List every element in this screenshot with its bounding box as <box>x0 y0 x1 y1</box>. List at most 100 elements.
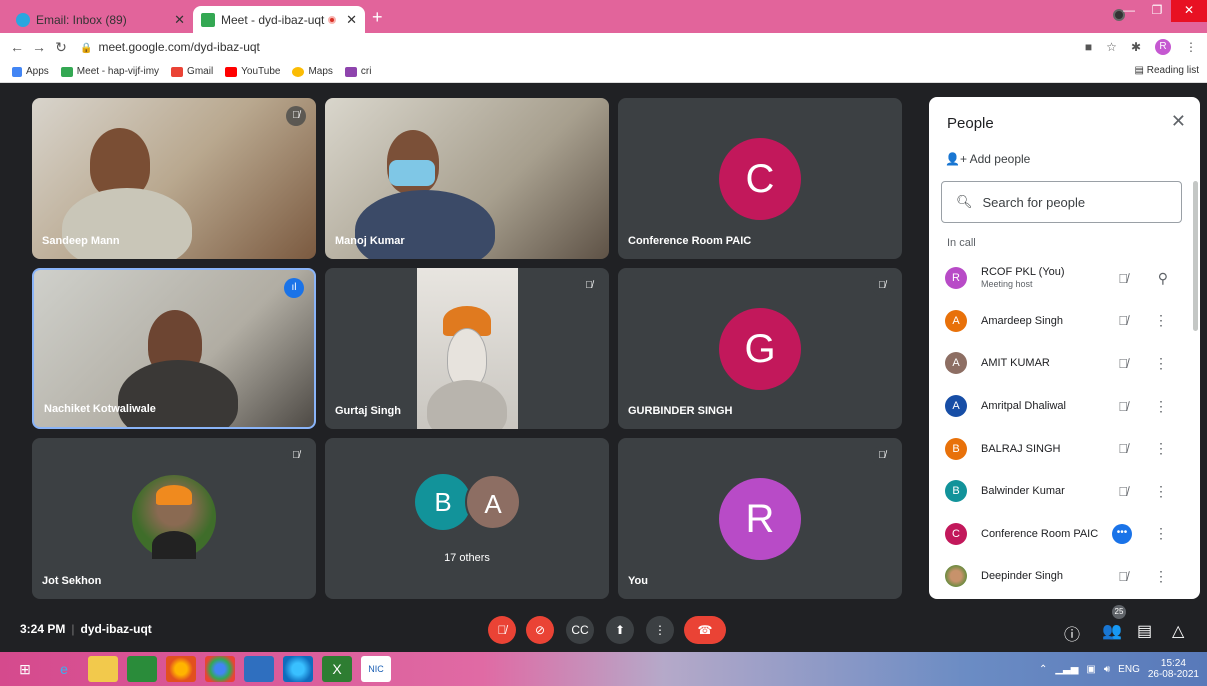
reload-icon[interactable]: ↻ <box>50 39 72 56</box>
participant-row[interactable]: A Amritpal Dhaliwal 🎙̸ ⋮ <box>929 385 1200 428</box>
nic-icon[interactable]: NIC <box>361 656 391 682</box>
participant-row[interactable]: B BALRAJ SINGH 🎙̸ ⋮ <box>929 427 1200 470</box>
participant-body <box>355 190 495 259</box>
add-people-button[interactable]: 👤+ Add people <box>945 152 1030 166</box>
menu-icon[interactable]: ⋮ <box>1185 40 1197 54</box>
document-app-icon[interactable] <box>244 656 274 682</box>
bookmark-gmail[interactable]: Gmail <box>171 66 213 77</box>
participant-row[interactable]: R RCOF PKL (You) Meeting host 🎙̸ ⚲ <box>929 257 1200 300</box>
more-options-icon[interactable]: ⋮ <box>1154 398 1168 415</box>
clock[interactable]: 15:24 26-08-2021 <box>1148 658 1199 680</box>
present-screen-button[interactable]: ⬆ <box>606 616 634 644</box>
leave-call-button[interactable]: ☎ <box>684 616 726 644</box>
internet-explorer-icon[interactable]: e <box>49 656 79 682</box>
people-icon[interactable]: 👥 <box>1102 621 1122 641</box>
participant-name: Nachiket Kotwaliwale <box>44 403 156 415</box>
meeting-details-icon[interactable]: ⓘ <box>1064 621 1080 645</box>
search-people-input[interactable]: 🔍︎ Search for people <box>941 181 1182 223</box>
turban <box>156 485 192 505</box>
chrome-icon[interactable] <box>205 656 235 682</box>
more-options-icon[interactable]: ⋮ <box>1154 525 1168 542</box>
restore-icon[interactable]: ❐ <box>1143 0 1171 22</box>
signal-icon[interactable]: ▁▃▅ <box>1055 664 1078 675</box>
muted-mic-icon[interactable]: 🎙̸ <box>1118 399 1128 414</box>
bookmark-label: Meet - hap-vijf-imy <box>76 66 160 77</box>
bookmark-maps[interactable]: Maps <box>292 66 333 77</box>
close-window-icon[interactable]: ✕ <box>1171 0 1207 22</box>
muted-mic-icon[interactable]: 🎙̸ <box>1118 313 1128 328</box>
participant-avatar: A <box>945 395 967 418</box>
video-tile[interactable]: Manoj Kumar <box>325 98 609 259</box>
profile-avatar[interactable]: R <box>1155 39 1171 55</box>
participant-row[interactable]: B Balwinder Kumar 🎙̸ ⋮ <box>929 470 1200 513</box>
chat-icon[interactable]: ▤ <box>1137 621 1152 641</box>
excel-icon[interactable]: X <box>322 656 352 682</box>
more-options-icon[interactable]: ⋮ <box>1154 568 1168 585</box>
more-options-icon[interactable]: ⋮ <box>1154 483 1168 500</box>
tab-email[interactable]: Email: Inbox (89) ✕ <box>8 6 193 33</box>
participant-name: Conference Room PAIC <box>628 235 752 247</box>
more-options-icon[interactable]: ⋮ <box>1154 440 1168 457</box>
volume-icon[interactable]: 🔊︎ <box>1104 664 1110 675</box>
muted-mic-icon[interactable]: 🎙̸ <box>1118 484 1128 499</box>
windows-start-icon[interactable]: ⊞ <box>10 656 40 682</box>
participant-avatar: A <box>465 474 521 530</box>
tab-close-icon[interactable]: ✕ <box>346 12 357 28</box>
video-tile[interactable]: G 🎙̸ GURBINDER SINGH <box>618 268 902 429</box>
activities-icon[interactable]: △ <box>1172 621 1184 641</box>
video-tile[interactable]: 🎙̸ Gurtaj Singh <box>325 268 609 429</box>
others-tile[interactable]: B A 17 others <box>325 438 609 599</box>
bookmark-youtube[interactable]: YouTube <box>225 66 280 77</box>
window-controls: — ❐ ✕ <box>1115 0 1207 22</box>
participant-row[interactable]: A Amardeep Singh 🎙̸ ⋮ <box>929 300 1200 343</box>
muted-mic-icon: 🎙̸ <box>1118 270 1128 286</box>
minimize-icon[interactable]: — <box>1115 0 1143 22</box>
muted-mic-icon[interactable]: 🎙̸ <box>1118 356 1128 371</box>
new-tab-button[interactable]: + <box>372 7 383 28</box>
muted-mic-icon[interactable]: 🎙̸ <box>1118 569 1128 584</box>
more-options-button[interactable]: ⋮ <box>646 616 674 644</box>
captions-button[interactable]: CC <box>566 616 594 644</box>
bookmarks-bar: Apps Meet - hap-vijf-imy Gmail YouTube M… <box>0 61 1207 83</box>
system-tray: ⌃ ▁▃▅ ▣ 🔊︎ ENG 15:24 26-08-2021 <box>1039 658 1199 680</box>
close-panel-icon[interactable]: ✕ <box>1171 111 1186 132</box>
participant-name: BALRAJ SINGH <box>981 442 1061 455</box>
muted-mic-icon[interactable]: 🎙̸ <box>1118 441 1128 456</box>
url-field[interactable]: 🔒 meet.google.com/dyd-ibaz-uqt <box>80 40 260 54</box>
network-icon[interactable]: ▣ <box>1086 664 1095 675</box>
participant-row[interactable]: C Conference Room PAIC ••• ⋮ <box>929 513 1200 556</box>
forward-icon[interactable]: → <box>28 39 50 55</box>
camera-icon[interactable]: ■ <box>1085 40 1092 54</box>
back-icon[interactable]: ← <box>6 39 28 55</box>
panel-scrollbar[interactable] <box>1193 181 1198 331</box>
bookmark-meet[interactable]: Meet - hap-vijf-imy <box>60 66 160 77</box>
address-bar: ← → ↻ 🔒 meet.google.com/dyd-ibaz-uqt ■ ☆ … <box>0 33 1207 61</box>
tab-meet[interactable]: Meet - dyd-ibaz-uqt ✕ <box>193 6 365 33</box>
video-tile[interactable]: 🎙̸ Jot Sekhon <box>32 438 316 599</box>
store-icon[interactable] <box>127 656 157 682</box>
pin-icon[interactable]: ⚲ <box>1158 270 1168 287</box>
extensions-icon[interactable]: ✱ <box>1131 40 1141 54</box>
bookmark-cri[interactable]: cri <box>344 66 371 77</box>
video-tile[interactable]: C Conference Room PAIC <box>618 98 902 259</box>
language-indicator[interactable]: ENG <box>1118 664 1140 675</box>
camera-toggle-button[interactable]: ⊘ <box>526 616 554 644</box>
reading-list[interactable]: ▤ Reading list <box>1135 65 1200 76</box>
participant-row[interactable]: A AMIT KUMAR 🎙̸ ⋮ <box>929 342 1200 385</box>
self-video-tile[interactable]: R 🎙̸ You <box>618 438 902 599</box>
video-tile[interactable]: 🎙̸ Sandeep Mann <box>32 98 316 259</box>
maps-pin-icon <box>292 66 305 77</box>
bookmark-apps[interactable]: Apps <box>12 66 49 77</box>
more-options-icon[interactable]: ⋮ <box>1154 312 1168 329</box>
video-tile-active-speaker[interactable]: ıl Nachiket Kotwaliwale <box>32 268 316 429</box>
mic-toggle-button[interactable]: 🎙̸ <box>488 616 516 644</box>
file-explorer-icon[interactable] <box>88 656 118 682</box>
more-options-icon[interactable]: ⋮ <box>1154 355 1168 372</box>
edge-icon[interactable] <box>283 656 313 682</box>
show-hidden-icons[interactable]: ⌃ <box>1039 664 1047 675</box>
panel-title: People <box>947 115 994 132</box>
star-icon[interactable]: ☆ <box>1106 40 1117 54</box>
participant-row[interactable]: Deepinder Singh 🎙̸ ⋮ <box>929 555 1200 598</box>
tab-close-icon[interactable]: ✕ <box>174 12 185 28</box>
firefox-icon[interactable] <box>166 656 196 682</box>
